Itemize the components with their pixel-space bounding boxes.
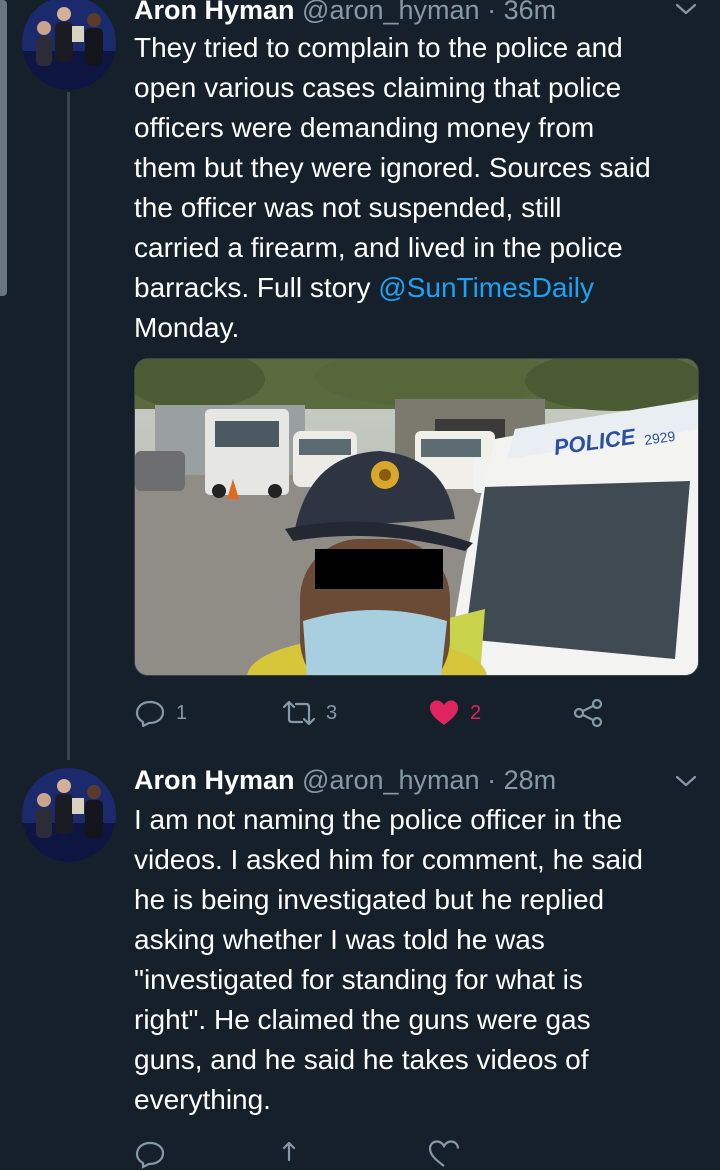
- tweet-text-line: them but they were ignored. Sources said: [134, 152, 651, 183]
- tweet-1[interactable]: Aron Hyman @aron_hyman · 36m They tried …: [0, 0, 720, 740]
- author-handle[interactable]: @aron_hyman: [302, 765, 480, 795]
- tweet-text-line: everything.: [134, 1084, 271, 1115]
- retweet-icon: [282, 700, 316, 726]
- tweet-header: Aron Hyman @aron_hyman · 36m: [134, 0, 556, 26]
- tweet-text-line: guns, and he said he takes videos of: [134, 1044, 589, 1075]
- tweet-actions: 1 3 2: [134, 697, 614, 729]
- reply-count: 1: [176, 701, 188, 724]
- heart-icon: [430, 700, 458, 725]
- tweet-photo[interactable]: POLICE 2929: [134, 358, 699, 676]
- separator-dot: ·: [487, 765, 497, 795]
- author-name[interactable]: Aron Hyman: [134, 0, 295, 25]
- tweet-text-line: he is being investigated but he replied: [134, 884, 605, 915]
- share-button[interactable]: [572, 697, 604, 729]
- tweet-text-line: barracks. Full story @SunTimesDaily: [134, 268, 704, 308]
- retweet-button[interactable]: 3: [282, 697, 337, 729]
- tweet-text-line: carried a firearm, and lived in the poli…: [134, 232, 623, 263]
- author-handle[interactable]: @aron_hyman: [302, 0, 480, 25]
- tweet-text-line: "investigated for standing for what is: [134, 964, 583, 995]
- like-button[interactable]: 2: [428, 697, 481, 729]
- chevron-down-icon[interactable]: [672, 0, 700, 20]
- tweet-text-line: right". He claimed the guns were gas: [134, 1004, 591, 1035]
- avatar[interactable]: [22, 0, 116, 90]
- heart-icon: [428, 1140, 460, 1167]
- tweet-text-line: officers were demanding money from: [134, 112, 595, 143]
- tweet-2[interactable]: Aron Hyman @aron_hyman · 28m I am not na…: [0, 740, 720, 1169]
- tweet-text-line: open various cases claiming that police: [134, 72, 622, 103]
- like-count: 2: [470, 701, 482, 724]
- retweet-button[interactable]: [282, 1138, 316, 1170]
- retweet-count: 3: [326, 701, 338, 724]
- tweet-text-line: asking whether I was told he was: [134, 924, 545, 955]
- reply-button[interactable]: [134, 1138, 166, 1170]
- reply-icon: [135, 700, 165, 728]
- tweet-text: They tried to complain to the police and…: [134, 28, 704, 348]
- author-name[interactable]: Aron Hyman: [134, 765, 295, 795]
- reply-icon: [135, 1141, 165, 1169]
- tweet-text-line: They tried to complain to the police and: [134, 32, 623, 63]
- tweet-text-line: Monday.: [134, 312, 240, 343]
- mention-link[interactable]: @SunTimesDaily: [378, 272, 594, 303]
- tweet-header: Aron Hyman @aron_hyman · 28m: [134, 764, 556, 796]
- timestamp[interactable]: 36m: [504, 0, 557, 25]
- tweet-actions-partial: [134, 1138, 614, 1170]
- reply-button[interactable]: 1: [134, 697, 187, 729]
- share-icon: [573, 698, 603, 728]
- tweet-text-fragment: barracks. Full story: [134, 272, 379, 303]
- tweet-text: I am not naming the police officer in th…: [134, 800, 704, 1120]
- tweet-text-line: I am not naming the police officer in th…: [134, 804, 623, 835]
- separator-dot: ·: [487, 0, 497, 25]
- like-button[interactable]: [428, 1138, 460, 1170]
- retweet-icon: [282, 1141, 296, 1162]
- tweet-text-line: videos. I asked him for comment, he said: [134, 844, 643, 875]
- chevron-down-icon[interactable]: [672, 772, 700, 792]
- tweet-text-line: the officer was not suspended, still: [134, 192, 562, 223]
- avatar[interactable]: [22, 768, 116, 862]
- timestamp[interactable]: 28m: [504, 765, 557, 795]
